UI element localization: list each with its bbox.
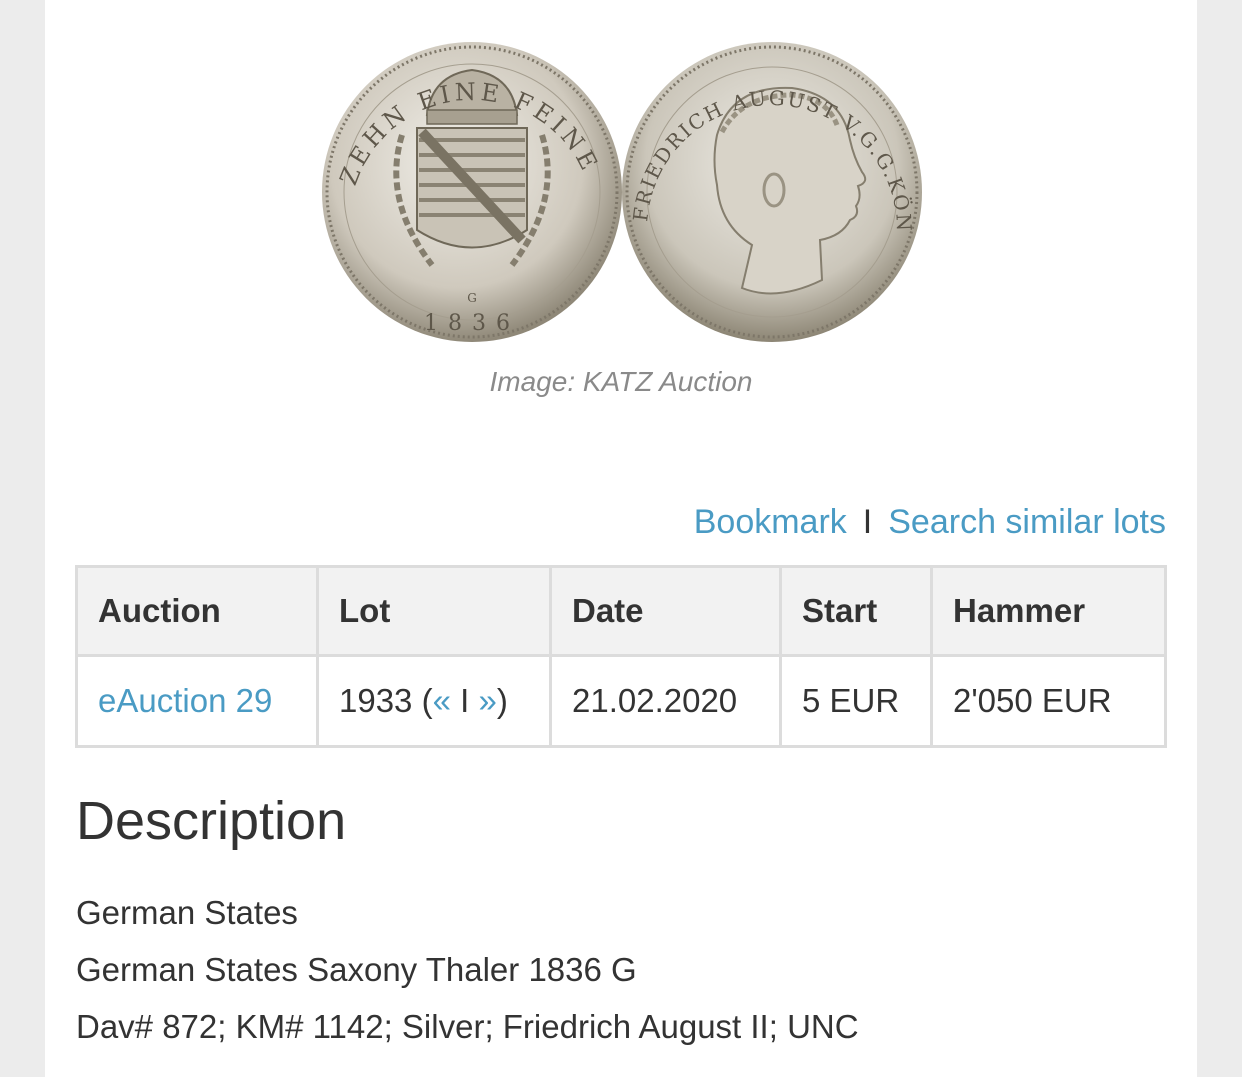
coin-image: ZEHN EINE FEINE MARK G 1836 FRIEDRICH AU… (322, 40, 922, 342)
svg-text:1836: 1836 (424, 311, 520, 336)
description-line-2: German States Saxony Thaler 1836 G (76, 951, 637, 988)
lot-paren-open: ( (412, 682, 433, 719)
header-lot: Lot (319, 568, 549, 654)
image-caption: Image: KATZ Auction (489, 366, 753, 397)
search-similar-lots-link[interactable]: Search similar lots (888, 503, 1166, 541)
header-auction: Auction (78, 568, 316, 654)
previous-lot-link[interactable]: « (433, 682, 451, 719)
cell-auction: eAuction 29 (78, 657, 316, 745)
coin-obverse: ZEHN EINE FEINE MARK G 1836 (322, 40, 622, 342)
lot-nav-divider: I (450, 682, 479, 719)
cell-start: 5 EUR (782, 657, 930, 745)
table-header-row: Auction Lot Date Start Hammer (78, 568, 1164, 654)
header-start: Start (782, 568, 930, 654)
page-content: ZEHN EINE FEINE MARK G 1836 FRIEDRICH AU… (45, 0, 1197, 1077)
action-separator: I (862, 503, 873, 541)
header-hammer: Hammer (933, 568, 1164, 654)
cell-lot: 1933 (« I ») (319, 657, 549, 745)
table-row: eAuction 29 1933 (« I ») 21.02.2020 5 EU… (78, 657, 1164, 745)
lot-number: 1933 (339, 682, 413, 719)
description-heading: Description (76, 791, 347, 851)
bookmark-link[interactable]: Bookmark (694, 503, 847, 541)
auction-link[interactable]: eAuction 29 (98, 682, 272, 719)
cell-date: 21.02.2020 (552, 657, 779, 745)
svg-text:G: G (467, 291, 477, 305)
description-line-3: Dav# 872; KM# 1142; Silver; Friedrich Au… (76, 1008, 859, 1045)
header-date: Date (552, 568, 779, 654)
lot-paren-close: ) (496, 682, 508, 719)
lot-info-table: Auction Lot Date Start Hammer eAuction 2… (75, 565, 1167, 748)
next-lot-link[interactable]: » (478, 682, 496, 719)
cell-hammer: 2'050 EUR (933, 657, 1164, 745)
lot-actions: Bookmark I Search similar lots (694, 503, 1166, 542)
description-line-1: German States (76, 894, 298, 931)
